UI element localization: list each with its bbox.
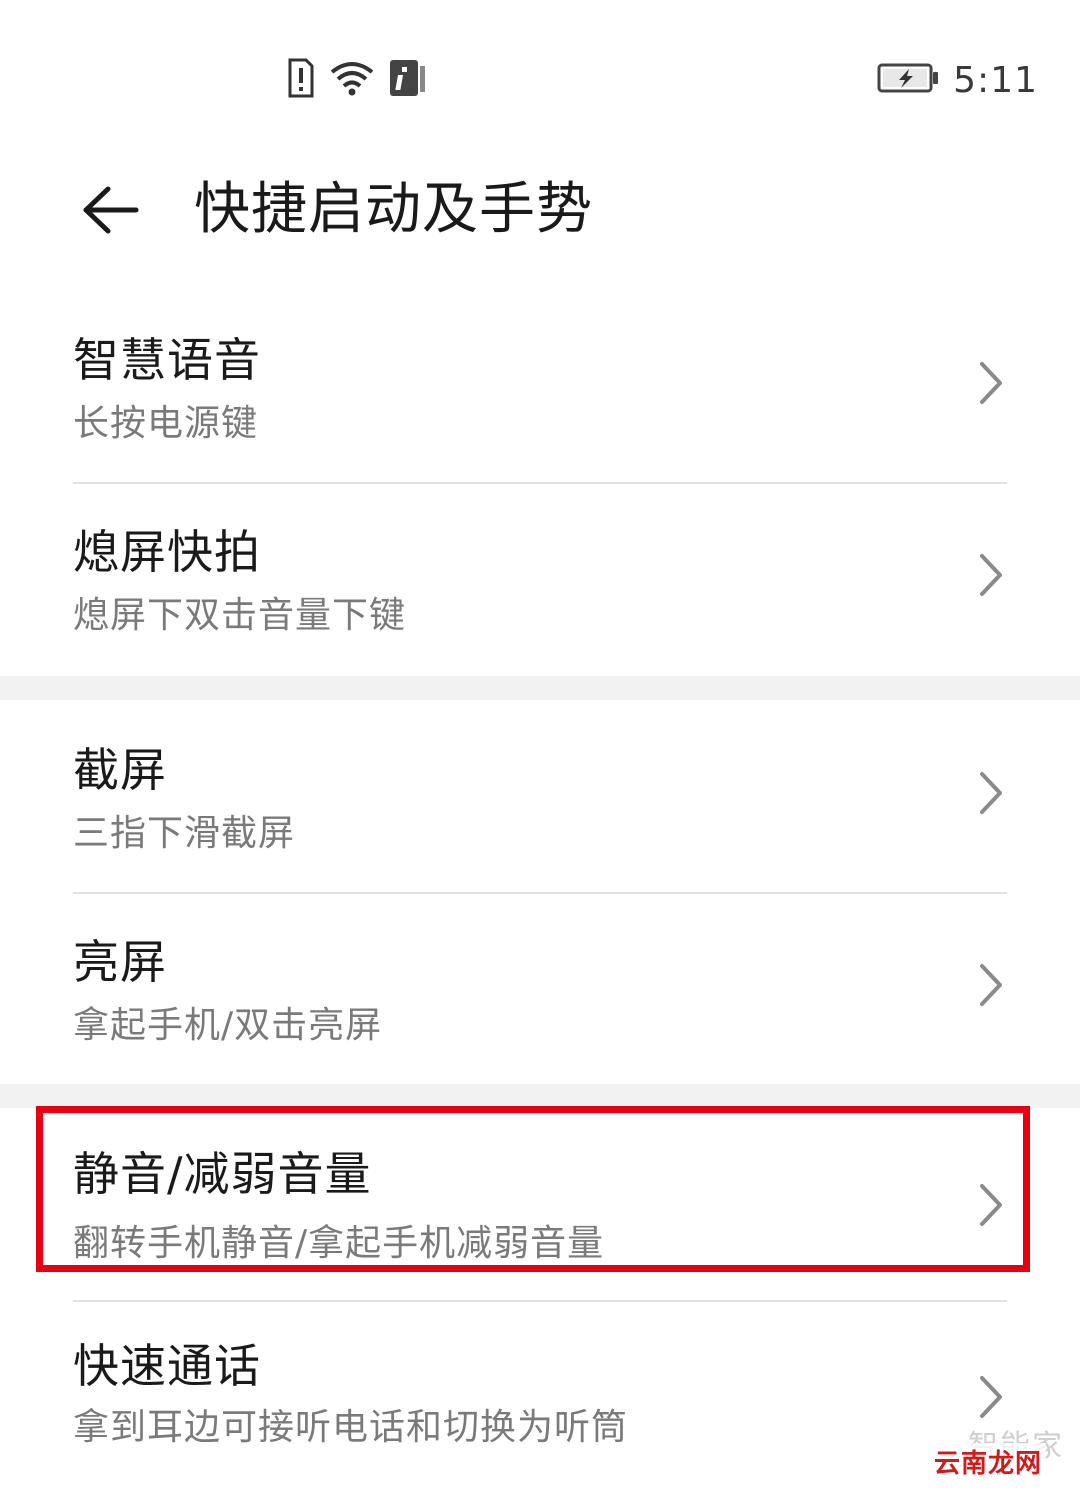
chevron-right-icon — [980, 362, 1002, 404]
page-title: 快捷启动及手势 — [194, 177, 593, 242]
item-subtitle: 长按电源键 — [73, 403, 259, 444]
status-icons-left — [286, 58, 428, 102]
item-title: 智慧语音 — [73, 333, 261, 387]
clock: 5:11 — [953, 59, 1038, 101]
watermark-bottom: 云南龙网 — [930, 1443, 1046, 1480]
chevron-right-icon — [980, 1376, 1002, 1418]
item-title: 截屏 — [73, 743, 167, 797]
item-subtitle: 拿到耳边可接听电话和切换为听筒 — [73, 1407, 629, 1448]
list-item-screenshot[interactable]: 截屏 三指下滑截屏 — [0, 700, 1080, 892]
sim-alert-icon — [286, 58, 316, 102]
status-right: 5:11 — [877, 52, 1038, 108]
chevron-right-icon — [980, 772, 1002, 814]
chevron-right-icon — [980, 554, 1002, 596]
item-subtitle: 三指下滑截屏 — [73, 813, 296, 854]
item-subtitle: 熄屏下双击音量下键 — [73, 595, 407, 636]
wifi-icon — [330, 60, 374, 100]
list-item-wake-screen[interactable]: 亮屏 拿起手机/双击亮屏 — [0, 892, 1080, 1084]
section-separator — [0, 676, 1080, 700]
highlight-annotation — [36, 1106, 1030, 1272]
item-subtitle: 拿起手机/双击亮屏 — [73, 1005, 383, 1046]
watermark: 智能家 云南龙网 — [930, 1421, 1070, 1481]
item-title: 熄屏快拍 — [73, 525, 261, 579]
list-item-quick-call[interactable]: 快速通话 拿到耳边可接听电话和切换为听筒 — [0, 1300, 1080, 1492]
status-bar: 5:11 — [0, 0, 1080, 150]
list-item-screen-off-snapshot[interactable]: 熄屏快拍 熄屏下双击音量下键 — [0, 482, 1080, 674]
back-button[interactable] — [70, 170, 150, 250]
settings-group-1: 智慧语音 长按电源键 熄屏快拍 熄屏下双击音量下键 — [0, 290, 1080, 674]
battery-charging-icon — [877, 62, 939, 98]
list-item-smart-voice[interactable]: 智慧语音 长按电源键 — [0, 290, 1080, 482]
info-icon — [388, 58, 428, 102]
item-title: 快速通话 — [73, 1339, 261, 1393]
back-arrow-icon — [83, 186, 139, 234]
chevron-right-icon — [980, 964, 1002, 1006]
app-bar: 快捷启动及手势 — [0, 150, 1080, 270]
item-title: 亮屏 — [73, 935, 167, 989]
settings-group-2: 截屏 三指下滑截屏 亮屏 拿起手机/双击亮屏 — [0, 700, 1080, 1084]
section-separator — [0, 1084, 1080, 1108]
